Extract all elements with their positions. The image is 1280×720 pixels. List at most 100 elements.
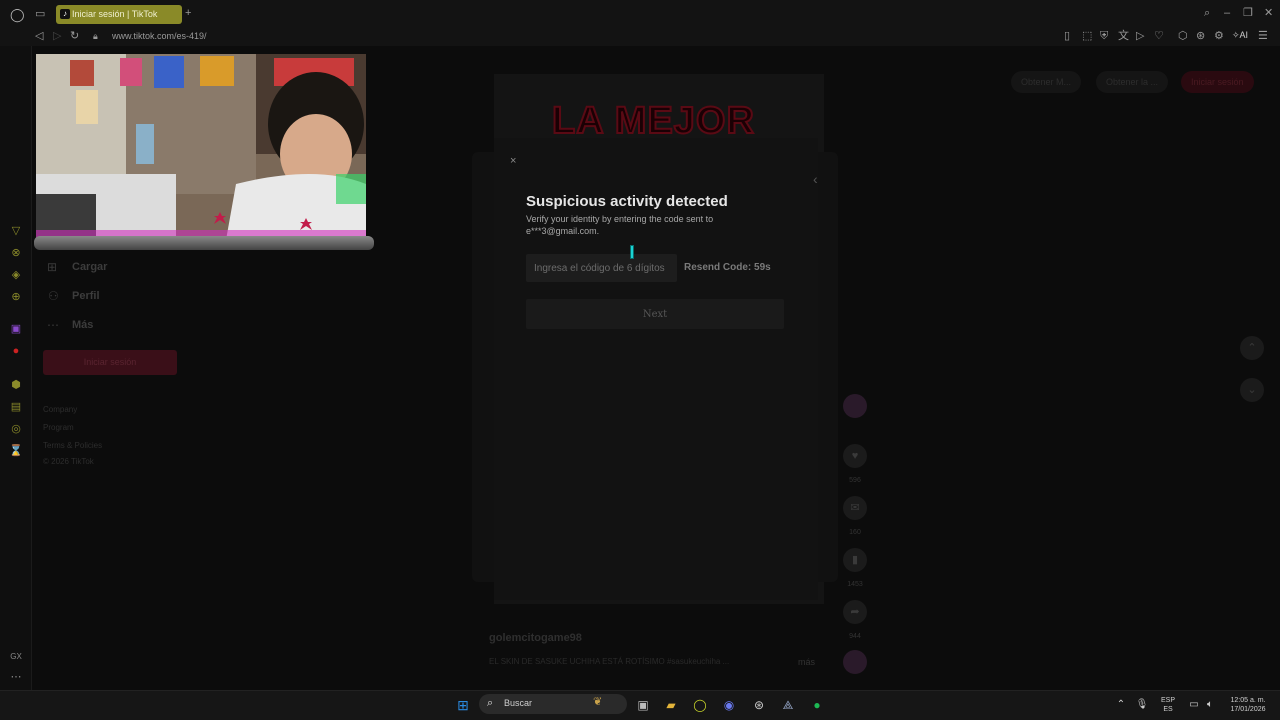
lock-icon: 🔒︎ xyxy=(93,31,98,41)
network-icon[interactable]: ▭ xyxy=(1186,697,1202,713)
shield-icon[interactable]: ⛨ xyxy=(1100,31,1108,42)
settings-icon[interactable]: ⚙ xyxy=(1214,31,1224,42)
share-count: 944 xyxy=(849,633,861,640)
bookmark-icon[interactable]: ▯ xyxy=(1064,31,1070,42)
volume-icon[interactable]: 🔈︎ xyxy=(1202,697,1218,713)
task-view-icon[interactable]: ▣ xyxy=(635,697,651,713)
resend-code-link[interactable]: Resend Code: 59s xyxy=(684,262,771,273)
opera-gx-logo-icon[interactable]: ◯ xyxy=(10,8,25,21)
spotify-icon[interactable]: ● xyxy=(809,697,825,713)
more-icon: ⋯ xyxy=(47,318,59,332)
close-window-icon[interactable]: ✕ xyxy=(1264,8,1273,19)
sidebar-gx-icon[interactable]: ▽ xyxy=(9,224,23,238)
url-field[interactable]: www.tiktok.com/es-419/ xyxy=(112,31,207,41)
sidebar-more-icon[interactable]: ⋯ xyxy=(9,670,23,684)
tab-overview-icon[interactable]: ▭ xyxy=(35,9,45,20)
webcam-frame xyxy=(34,236,374,250)
tab-tiktok[interactable]: ♪ Iniciar sesión | TikTok xyxy=(56,5,182,24)
tiktok-favicon-icon: ♪ xyxy=(60,9,70,19)
sidebar-extensions-icon[interactable]: ⬢ xyxy=(9,378,23,392)
browser-sidebar: ▽ ⊗ ◈ ⊕ ▣ ● ⬢ ▤ ◎ ⌛ GX ⋯ xyxy=(0,46,32,690)
like-icon[interactable]: ♥ xyxy=(843,444,867,468)
taskbar-search-label: Buscar xyxy=(504,698,533,708)
restore-icon[interactable]: ❐ xyxy=(1243,8,1253,19)
sidebar-gx-corner-icon[interactable]: ⊗ xyxy=(9,246,23,260)
modal-back-icon[interactable]: ‹ xyxy=(813,171,818,187)
steam-icon[interactable]: ⟁ xyxy=(780,697,796,713)
search-icon[interactable]: ⌕ xyxy=(1204,8,1210,19)
prev-video-icon[interactable]: ⌃ xyxy=(1240,336,1264,360)
sidebar-gx-control-icon[interactable]: ⊕ xyxy=(9,290,23,304)
tray-chevron-icon[interactable]: ⌃ xyxy=(1113,697,1129,713)
new-tab-button[interactable]: + xyxy=(185,8,191,19)
clock[interactable]: 12:05 a. m. 17/01/2026 xyxy=(1222,696,1274,714)
profile-icon: ⚇ xyxy=(48,289,59,303)
sidebar-gx-label-icon[interactable]: GX xyxy=(9,650,23,664)
minimize-icon[interactable]: – xyxy=(1224,8,1230,19)
menu-icon[interactable]: ☰ xyxy=(1258,31,1268,42)
back-icon[interactable]: ◁ xyxy=(35,31,43,42)
snapshot-icon[interactable]: ⬚ xyxy=(1082,31,1092,42)
webcam-overlay xyxy=(36,54,366,240)
heart-icon[interactable]: ♡ xyxy=(1154,31,1164,42)
search-highlight-icon: ❦ xyxy=(593,696,603,708)
extension-icon[interactable]: ⬡ xyxy=(1178,31,1188,42)
modal-close-button[interactable]: × xyxy=(510,155,516,167)
get-app-button[interactable]: Obtener la ... xyxy=(1096,71,1169,93)
nav-item-profile[interactable]: Perfil xyxy=(72,290,100,302)
ai-icon[interactable]: ✧AI xyxy=(1232,31,1248,40)
language-sub: ES xyxy=(1163,706,1173,713)
translate-icon[interactable]: 文 xyxy=(1118,31,1129,42)
share-icon[interactable]: ➦ xyxy=(843,600,867,624)
video-more-link[interactable]: más xyxy=(798,657,815,667)
browser-titlebar: ◯ ▭ ♪ Iniciar sesión | TikTok + ⌕ – ❐ ✕ xyxy=(0,0,1280,28)
get-coins-button[interactable]: Obtener M... xyxy=(1011,71,1082,93)
footer-link-company[interactable]: Company xyxy=(43,405,77,414)
windows-start-icon[interactable]: ⊞ xyxy=(455,697,471,713)
nav-item-upload[interactable]: Cargar xyxy=(72,261,107,273)
login-button-label: Iniciar sesión xyxy=(83,357,137,367)
play-icon[interactable]: ▷ xyxy=(1136,31,1144,42)
text-cursor xyxy=(630,245,634,259)
video-username[interactable]: golemcitogame98 xyxy=(489,632,582,644)
header-login-button[interactable]: Iniciar sesión xyxy=(1181,71,1254,93)
app-icon[interactable]: ⊛ xyxy=(751,697,767,713)
footer-copyright: © 2026 TikTok xyxy=(43,457,94,466)
file-explorer-icon[interactable]: ▰ xyxy=(663,697,679,713)
modal-title: Suspicious activity detected xyxy=(526,193,728,210)
save-count: 1453 xyxy=(847,581,863,588)
creator-avatar[interactable] xyxy=(843,394,867,418)
clock-date: 17/01/2026 xyxy=(1230,706,1266,713)
verification-code-input[interactable] xyxy=(526,254,677,282)
modal-description: Verify your identity by entering the cod… xyxy=(526,214,714,236)
opera-gx-taskbar-icon[interactable]: ◯ xyxy=(692,697,708,713)
sidebar-music-icon[interactable]: ● xyxy=(9,344,23,358)
sidebar-gx-store-icon[interactable]: ◈ xyxy=(9,268,23,282)
sidebar-news-icon[interactable]: ▤ xyxy=(9,400,23,414)
music-disc-icon[interactable] xyxy=(843,650,867,674)
forward-icon[interactable]: ▷ xyxy=(53,31,61,42)
like-count: 596 xyxy=(849,477,861,484)
taskbar-search[interactable]: ⌕ Buscar ❦ xyxy=(479,694,627,714)
language-code: ESP xyxy=(1160,697,1175,704)
next-video-icon[interactable]: ⌄ xyxy=(1240,378,1264,402)
video-description: EL SKIN DE SASUKE UCHIHA ESTÁ ROTÍSIMO #… xyxy=(489,657,730,666)
microphone-icon[interactable]: 🎙︎ xyxy=(1134,697,1150,713)
footer-link-program[interactable]: Program xyxy=(43,423,74,432)
save-icon[interactable]: ▮ xyxy=(843,548,867,572)
vpn-icon[interactable]: ⊛ xyxy=(1196,31,1205,42)
language-indicator[interactable]: ESP ES xyxy=(1158,696,1178,714)
upload-icon: ⊞ xyxy=(47,260,58,274)
tiktok-login-button[interactable]: Iniciar sesión xyxy=(43,350,177,375)
discord-icon[interactable]: ◉ xyxy=(721,697,737,713)
video-banner-text: LA MEJOR xyxy=(551,99,755,143)
reload-icon[interactable]: ↻ xyxy=(70,31,79,42)
sidebar-vpn-icon[interactable]: ◎ xyxy=(9,422,23,436)
sidebar-history-icon[interactable]: ⌛ xyxy=(9,444,23,458)
comment-icon[interactable]: ✉ xyxy=(843,496,867,520)
nav-item-more[interactable]: Más xyxy=(72,319,93,331)
sidebar-twitch-icon[interactable]: ▣ xyxy=(9,322,23,336)
next-button[interactable]: Next xyxy=(526,299,784,329)
taskbar-search-icon: ⌕ xyxy=(487,697,494,709)
footer-link-terms[interactable]: Terms & Policies xyxy=(43,441,102,450)
